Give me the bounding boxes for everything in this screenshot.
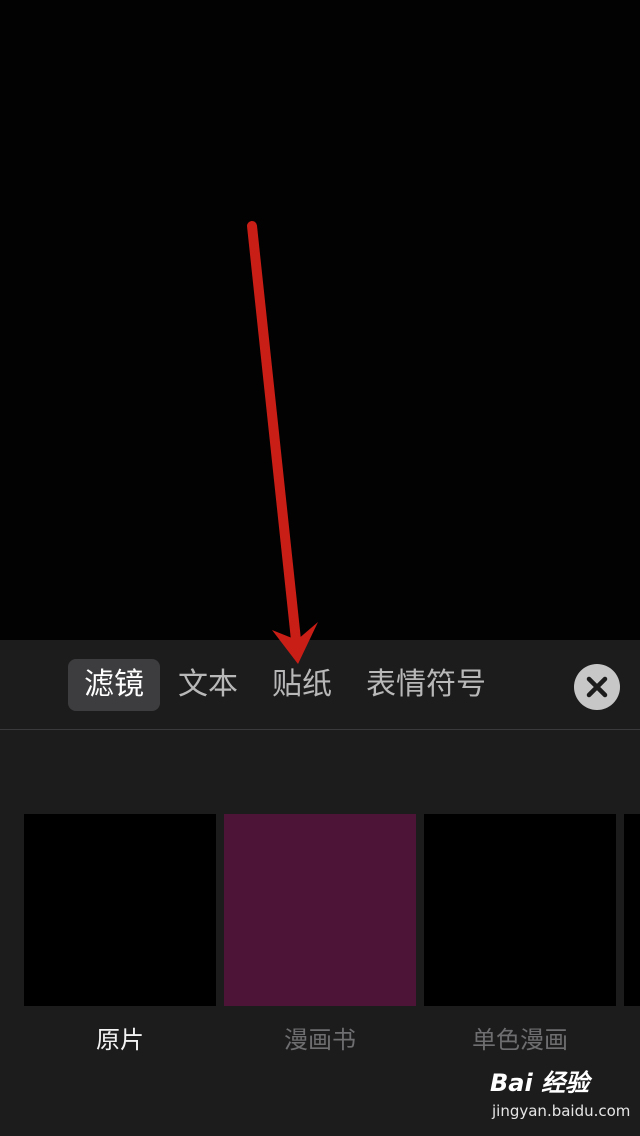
close-button[interactable] (574, 664, 620, 710)
tab-text[interactable]: 文本 (162, 659, 254, 711)
filter-thumbnails (0, 814, 640, 1006)
close-icon (586, 676, 608, 698)
filter-thumbnail-comic-book[interactable] (224, 814, 416, 1006)
photo-preview (0, 0, 640, 640)
watermark-logo: Bai 经验 (490, 1069, 590, 1097)
filter-thumbnail-comic-mono[interactable] (424, 814, 616, 1006)
tab-stickers[interactable]: 贴纸 (256, 659, 348, 711)
tab-filters[interactable]: 滤镜 (68, 659, 160, 711)
filter-label-comic-book: 漫画书 (284, 1026, 356, 1054)
tab-bar: 滤镜 文本 贴纸 表情符号 (0, 640, 640, 730)
filter-thumbnail-partial[interactable] (624, 814, 640, 1006)
screen: 滤镜 文本 贴纸 表情符号 原片 漫画书 单色漫画 Bai 经验 jingyan… (0, 0, 640, 1136)
filter-thumbnail-original[interactable] (24, 814, 216, 1006)
filter-label-original: 原片 (96, 1026, 144, 1054)
watermark: Bai 经验 jingyan.baidu.com (490, 1066, 630, 1126)
watermark-url: jingyan.baidu.com (492, 1102, 631, 1120)
tab-emoji[interactable]: 表情符号 (350, 659, 502, 711)
filter-label-comic-mono: 单色漫画 (472, 1026, 568, 1054)
markup-panel: 滤镜 文本 贴纸 表情符号 原片 漫画书 单色漫画 (0, 640, 640, 1136)
